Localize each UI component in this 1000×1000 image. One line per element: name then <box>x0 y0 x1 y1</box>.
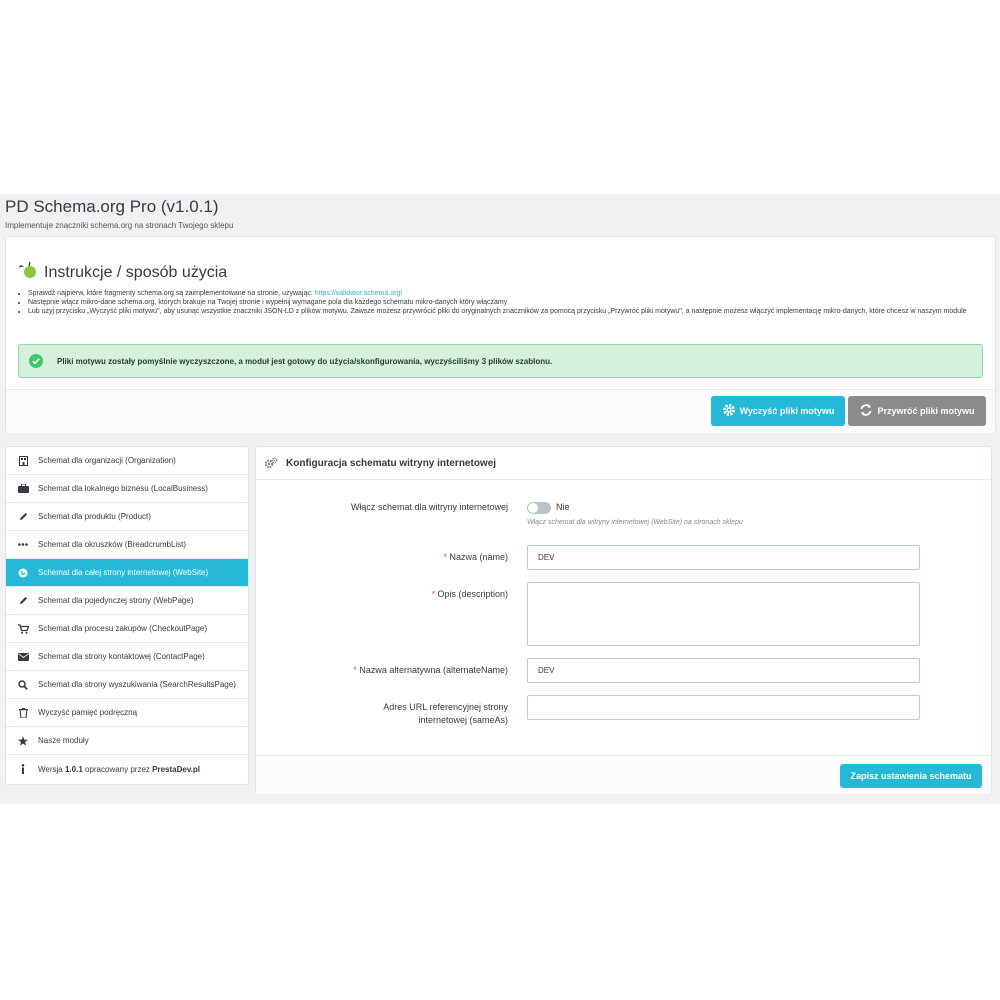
instructions-title: Instrukcje / sposób użycia <box>44 263 228 281</box>
cart-icon <box>17 623 29 635</box>
validator-link[interactable]: https://validator.schema.org/ <box>315 290 403 297</box>
website-schema-config-panel: Konfiguracja schematu witryny internetow… <box>255 446 992 794</box>
name-label: * Nazwa (name) <box>443 552 508 562</box>
same-as-label: Adres URL referencyjnej strony internetow… <box>383 702 508 725</box>
globe-icon <box>17 567 29 579</box>
config-header: Konfiguracja schematu witryny internetow… <box>256 447 991 480</box>
clear-theme-files-button[interactable]: Wyczyść pliki motywu <box>711 396 845 426</box>
config-footer: Zapisz ustawienia schematu <box>256 755 991 794</box>
star-icon <box>17 735 29 747</box>
enable-schema-value: Nie <box>556 502 570 512</box>
enable-schema-toggle[interactable] <box>527 502 551 514</box>
envelope-icon <box>17 651 29 663</box>
instructions-list: Sprawdź najpierw, które fragmenty schema… <box>18 289 993 316</box>
briefcase-icon <box>17 483 29 495</box>
cogs-icon <box>264 457 278 469</box>
save-schema-settings-button[interactable]: Zapisz ustawienia schematu <box>840 764 982 788</box>
instructions-footer: Wyczyść pliki motywu Przywróć pliki moty… <box>6 389 995 433</box>
search-icon <box>17 679 29 691</box>
instructions-item: Sprawdź najpierw, które fragmenty schema… <box>28 289 993 298</box>
sidebar-item-website[interactable]: Schemat dla całej strony internetowej (W… <box>6 559 248 587</box>
enable-schema-help: Włącz schemat dla witryny internetowej (… <box>527 519 743 526</box>
pencil-icon <box>17 511 29 523</box>
building-icon <box>17 455 29 467</box>
sidebar-item-breadcrumblist[interactable]: Schemat dla okruszków (BreadcrumbList) <box>6 531 248 559</box>
sidebar-item-webpage[interactable]: Schemat dla pojedynczej strony (WebPage) <box>6 587 248 615</box>
info-icon <box>17 763 29 775</box>
name-input[interactable]: DEV <box>527 545 920 570</box>
sidebar-item-contactpage[interactable]: Schemat dla strony kontaktowej (ContactP… <box>6 643 248 671</box>
page-subtitle: Implementuje znaczniki schema.org na str… <box>5 221 234 230</box>
sidebar-item-clear-cache[interactable]: Wyczyść pamięć podręczną <box>6 699 248 727</box>
alert-message: Pliki motywu zostały pomyślnie wyczyszcz… <box>57 356 553 366</box>
pencil-icon <box>17 595 29 607</box>
instructions-panel: Instrukcje / sposób użycia Sprawdź najpi… <box>5 236 996 433</box>
version-text: Wersja 1.0.1 opracowany przez PrestaDev.… <box>38 764 201 774</box>
page-title: PD Schema.org Pro (v1.0.1) <box>5 197 219 216</box>
success-alert: Pliki motywu zostały pomyślnie wyczyszcz… <box>18 344 983 378</box>
alternate-name-label: * Nazwa alternatywna (alternateName) <box>353 665 508 675</box>
instructions-header: Instrukcje / sposób użycia <box>18 261 227 284</box>
sidebar-item-version: Wersja 1.0.1 opracowany przez PrestaDev.… <box>6 755 248 783</box>
check-circle-icon <box>29 354 43 368</box>
apple-logo-icon <box>18 261 38 284</box>
enable-schema-label: Włącz schemat dla witryny internetowej <box>350 502 508 512</box>
sidebar-item-localbusiness[interactable]: Schemat dla lokalnego biznesu (LocalBusi… <box>6 475 248 503</box>
restore-theme-files-button[interactable]: Przywróć pliki motywu <box>848 396 986 426</box>
description-label: * Opis (description) <box>431 589 508 599</box>
refresh-icon <box>859 403 873 419</box>
sidebar-item-organization[interactable]: Schemat dla organizacji (Organization) <box>6 447 248 475</box>
sidebar-item-our-modules[interactable]: Nasze moduły <box>6 727 248 755</box>
trash-icon <box>17 707 29 719</box>
sidebar-item-product[interactable]: Schemat dla produktu (Product) <box>6 503 248 531</box>
toggle-knob <box>528 503 538 513</box>
description-textarea[interactable] <box>527 582 920 646</box>
sidebar-item-checkoutpage[interactable]: Schemat dla procesu zakupów (CheckoutPag… <box>6 615 248 643</box>
instructions-item: Lub użyj przycisku „Wyczyść pliki motywu… <box>28 307 993 316</box>
same-as-input[interactable] <box>527 695 920 720</box>
gear-icon <box>722 403 736 419</box>
sidebar-item-searchresultspage[interactable]: Schemat dla strony wyszukiwania (SearchR… <box>6 671 248 699</box>
instructions-item: Następnie włącz mikro-dane schema.org, k… <box>28 298 993 307</box>
config-title: Konfiguracja schematu witryny internetow… <box>286 457 497 469</box>
ellipsis-icon <box>17 539 29 551</box>
alternate-name-input[interactable]: DEV <box>527 658 920 683</box>
schema-sidebar: Schemat dla organizacji (Organization) S… <box>5 446 249 785</box>
